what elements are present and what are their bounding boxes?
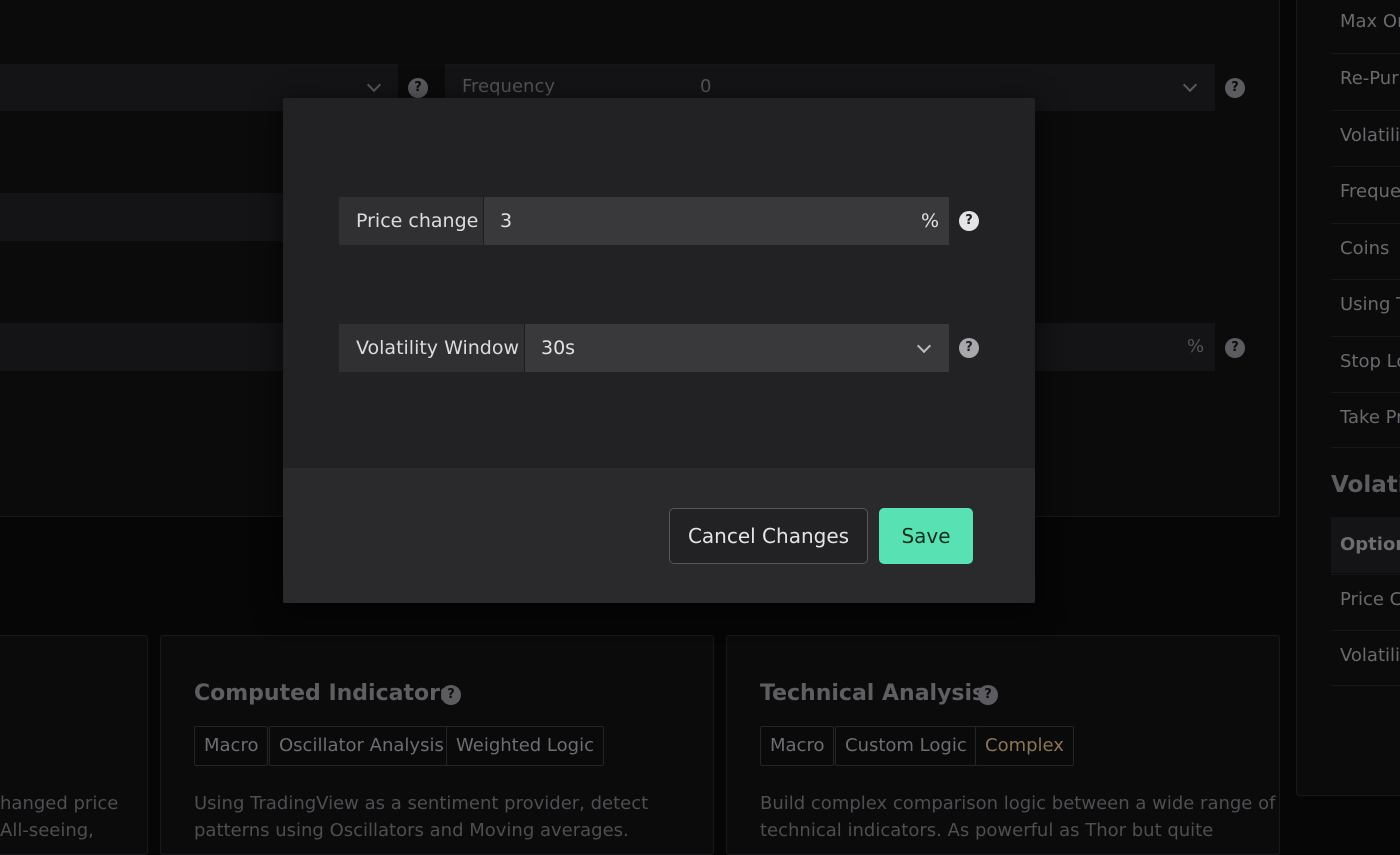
sidebar-item: Using T xyxy=(1331,279,1400,335)
help-icon[interactable]: ? xyxy=(1225,78,1245,98)
cancel-changes-button[interactable]: Cancel Changes xyxy=(669,508,868,564)
help-icon[interactable]: ? xyxy=(1225,338,1245,358)
sidebar-item: Take Pr xyxy=(1331,392,1400,448)
card-description: technical indicators. As powerful as Tho… xyxy=(760,820,1214,841)
sidebar-item: Freque xyxy=(1331,166,1400,222)
sidebar-table-row: Price C xyxy=(1331,574,1400,630)
volatility-window-label: Volatility Window xyxy=(339,324,525,372)
card-title: Computed Indicators xyxy=(194,681,454,706)
sidebar-table-header: Option xyxy=(1331,517,1400,573)
sidebar-item: Re-Pur xyxy=(1331,53,1400,109)
percent-suffix: % xyxy=(1187,336,1205,357)
price-change-percent-suffix: % xyxy=(921,210,940,232)
price-change-label: Price change xyxy=(339,197,484,245)
sidebar-item: Stop Lo xyxy=(1331,336,1400,392)
help-icon[interactable]: ? xyxy=(408,78,428,98)
card-description: Build complex comparison logic between a… xyxy=(760,793,1276,814)
frequency-value: 0 xyxy=(700,76,712,97)
help-icon[interactable]: ? xyxy=(441,685,461,705)
frequency-label: Frequency xyxy=(462,76,555,97)
tag: Custom Logic xyxy=(835,726,977,766)
tag: Oscillator Analysis xyxy=(269,726,454,766)
save-button[interactable]: Save xyxy=(879,508,973,564)
tag-complex: Complex xyxy=(975,726,1074,766)
volatility-settings-modal: Price change 3 % ? Volatility Window 30s… xyxy=(283,98,1035,603)
tag: Weighted Logic xyxy=(446,726,604,766)
card-description: All-seeing, xyxy=(0,820,94,841)
sidebar-item: Coins xyxy=(1331,223,1400,279)
sidebar-item: Volatili xyxy=(1331,110,1400,166)
tag: Macro xyxy=(194,726,269,766)
card-description: hanged price xyxy=(0,793,119,814)
background-input-field[interactable] xyxy=(0,193,300,241)
volatility-window-select[interactable]: 30s xyxy=(525,324,949,372)
sidebar-table-row: Volatili xyxy=(1331,630,1400,686)
tag: Macro xyxy=(760,726,835,766)
card-title: Technical Analysis xyxy=(760,681,986,706)
help-icon[interactable]: ? xyxy=(959,338,979,358)
help-icon[interactable]: ? xyxy=(978,685,998,705)
sidebar-item: Max Ord xyxy=(1340,11,1400,32)
card-description: patterns using Oscillators and Moving av… xyxy=(194,820,629,841)
sidebar-section-title: Volatil xyxy=(1331,472,1400,498)
help-icon[interactable]: ? xyxy=(959,211,979,231)
card-description: Using TradingView as a sentiment provide… xyxy=(194,793,649,814)
price-change-input[interactable]: 3 xyxy=(484,197,949,245)
